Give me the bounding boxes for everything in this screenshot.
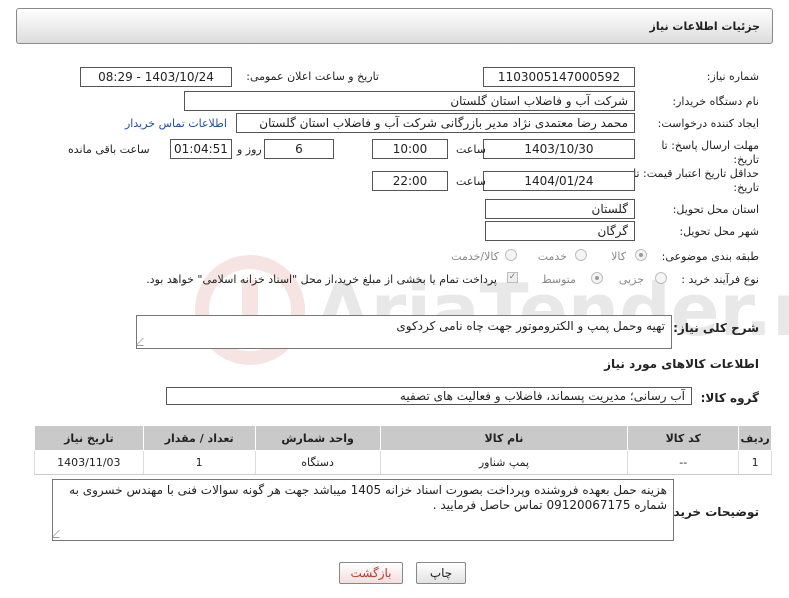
validity-date-label: تاریخ:	[733, 181, 759, 194]
buyer-contact-link[interactable]: اطلاعات تماس خریدار	[125, 117, 227, 130]
col-name: نام کالا	[379, 425, 629, 451]
process-option-medium: متوسط	[541, 273, 576, 286]
watermark-logo: AriaTender.net	[195, 255, 789, 365]
cell-qty: 1	[142, 450, 256, 475]
back-button[interactable]: بازگشت	[339, 562, 403, 584]
category-radio-goods-service[interactable]	[505, 249, 517, 261]
buyer-label: نام دستگاه خریدار:	[672, 95, 759, 108]
need-number-label: شماره نیاز:	[706, 70, 759, 83]
announce-label: تاریخ و ساعت اعلان عمومی:	[246, 70, 379, 83]
goods-section-title: اطلاعات کالاهای مورد نیاز	[604, 357, 759, 371]
print-button[interactable]: چاپ	[416, 562, 466, 584]
category-radio-goods[interactable]	[635, 249, 647, 261]
days-field: 6	[264, 139, 334, 159]
province-label: استان محل تحویل:	[672, 203, 759, 216]
treasury-checkbox[interactable]: ✓	[507, 272, 518, 283]
page-header: جزئیات اطلاعات نیاز	[16, 8, 773, 44]
page-title: جزئیات اطلاعات نیاز	[649, 20, 761, 33]
process-radio-medium[interactable]	[591, 272, 603, 284]
buyer-field: شرکت آب و فاضلاب استان گلستان	[184, 91, 635, 111]
cell-code: --	[627, 450, 740, 475]
table-row: 1 -- پمپ شناور دستگاه 1 1403/11/03	[34, 450, 772, 475]
goods-group-label: گروه کالا:	[700, 391, 759, 405]
deadline-date-field: 1403/10/30	[483, 139, 635, 159]
need-number-field: 1103005147000592	[483, 67, 635, 87]
deadline-date-label: تاریخ:	[733, 153, 759, 166]
process-radio-minor[interactable]	[655, 272, 667, 284]
goods-group-field: آب رسانی؛ مدیریت پسماند، فاضلاب و فعالیت…	[166, 387, 692, 405]
col-code: کد کالا	[627, 425, 740, 451]
category-option-goods: کالا	[611, 250, 626, 263]
process-option-minor: جزیی	[618, 273, 644, 286]
col-row: ردیف	[738, 425, 772, 451]
category-option-service: خدمت	[537, 250, 567, 263]
process-label: نوع فرآیند خرید :	[681, 273, 759, 286]
city-field: گرگان	[485, 221, 635, 241]
validity-time-field: 22:00	[372, 171, 448, 191]
city-label: شهر محل تحویل:	[679, 225, 759, 238]
deadline-hour-label: ساعت	[456, 143, 486, 156]
buyer-notes-field: هزینه حمل بعهده فروشنده وپرداخت بصورت اس…	[52, 479, 674, 541]
col-date: تاریخ نیاز	[34, 425, 144, 451]
validity-date-field: 1404/01/24	[483, 171, 635, 191]
category-label: طبقه بندی موضوعی:	[661, 250, 759, 263]
creator-field: محمد رضا معتمدی نژاد مدیر بازرگانی شرکت …	[236, 113, 635, 133]
validity-label: حداقل تاریخ اعتبار قیمت: تا	[633, 167, 759, 180]
category-radio-service[interactable]	[575, 249, 587, 261]
deadline-time-field: 10:00	[372, 139, 448, 159]
col-unit: واحد شمارش	[254, 425, 381, 451]
province-field: گلستان	[485, 199, 635, 219]
payment-note: پرداخت تمام یا بخشی از مبلغ خرید،از محل …	[146, 273, 497, 286]
col-qty: تعداد / مقدار	[142, 425, 256, 451]
cell-row: 1	[738, 450, 772, 475]
goods-table: ردیف کد کالا نام کالا واحد شمارش تعداد /…	[34, 425, 772, 475]
summary-label: شرح کلی نیاز:	[673, 321, 759, 335]
days-label: روز و	[237, 143, 262, 156]
creator-label: ایجاد کننده درخواست:	[657, 117, 759, 130]
cell-unit: دستگاه	[254, 450, 381, 475]
announce-field: 1403/10/24 - 08:29	[80, 67, 232, 87]
cell-name: پمپ شناور	[379, 450, 629, 475]
validity-hour-label: ساعت	[456, 175, 486, 188]
deadline-label: مهلت ارسال پاسخ: تا	[661, 139, 759, 152]
remaining-label: ساعت باقی مانده	[68, 143, 150, 156]
remaining-time-field: 01:04:51	[170, 139, 232, 159]
goods-table-header: ردیف کد کالا نام کالا واحد شمارش تعداد /…	[34, 425, 772, 451]
category-option-goods-service: کالا/خدمت	[451, 250, 499, 263]
cell-date: 1403/11/03	[34, 450, 144, 475]
summary-field: تهیه وحمل پمپ و الکتروموتور جهت چاه نامی…	[136, 315, 672, 349]
